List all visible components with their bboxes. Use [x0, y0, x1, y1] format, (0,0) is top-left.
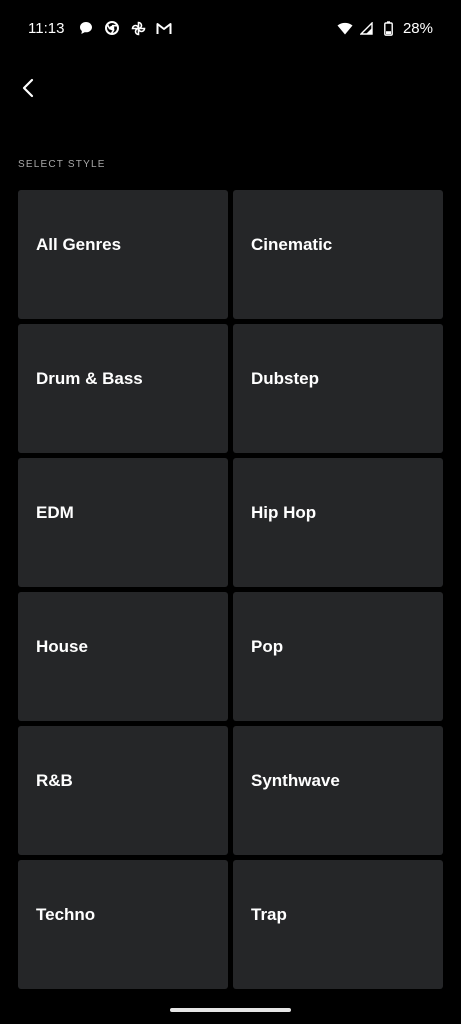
section-label: SELECT STYLE: [18, 159, 106, 170]
genre-label: Techno: [36, 904, 96, 924]
genre-tile-cinematic[interactable]: Cinematic: [233, 190, 443, 319]
cell-signal-icon: [359, 20, 375, 36]
genre-tile-pop[interactable]: Pop: [233, 592, 443, 721]
genre-label: Synthwave: [251, 770, 340, 790]
genre-label: House: [36, 636, 88, 656]
chat-icon: [78, 20, 94, 36]
status-left: 11:13: [28, 20, 172, 37]
battery-icon: [381, 20, 397, 36]
genre-label: Cinematic: [251, 234, 333, 254]
screen: 11:13 28% SELECT STYLE All Genres Cinema…: [0, 0, 461, 1024]
pinwheel-icon: [130, 20, 146, 36]
genre-label: R&B: [36, 770, 73, 790]
genre-label: Hip Hop: [251, 502, 317, 522]
status-right: 28%: [337, 20, 433, 37]
genre-tile-synthwave[interactable]: Synthwave: [233, 726, 443, 855]
genre-tile-all-genres[interactable]: All Genres: [18, 190, 228, 319]
genre-grid: All Genres Cinematic Drum & Bass Dubstep…: [18, 190, 443, 989]
genre-label: Trap: [251, 904, 287, 924]
chevron-left-icon: [22, 78, 34, 98]
home-indicator[interactable]: [170, 1008, 291, 1012]
genre-tile-hip-hop[interactable]: Hip Hop: [233, 458, 443, 587]
gmail-icon: [156, 20, 172, 36]
genre-label: Dubstep: [251, 368, 319, 388]
genre-tile-r-and-b[interactable]: R&B: [18, 726, 228, 855]
genre-label: All Genres: [36, 234, 122, 254]
back-button[interactable]: [12, 72, 44, 104]
genre-label: Drum & Bass: [36, 368, 143, 388]
status-bar: 11:13 28%: [0, 0, 461, 56]
chrome-icon: [104, 20, 120, 36]
genre-tile-house[interactable]: House: [18, 592, 228, 721]
wifi-icon: [337, 20, 353, 36]
genre-tile-trap[interactable]: Trap: [233, 860, 443, 989]
status-time: 11:13: [28, 19, 65, 37]
genre-tile-dubstep[interactable]: Dubstep: [233, 324, 443, 453]
genre-label: Pop: [251, 636, 284, 656]
genre-label: EDM: [36, 502, 74, 522]
battery-percentage: 28%: [402, 19, 433, 37]
genre-tile-edm[interactable]: EDM: [18, 458, 228, 587]
genre-tile-drum-and-bass[interactable]: Drum & Bass: [18, 324, 228, 453]
genre-tile-techno[interactable]: Techno: [18, 860, 228, 989]
